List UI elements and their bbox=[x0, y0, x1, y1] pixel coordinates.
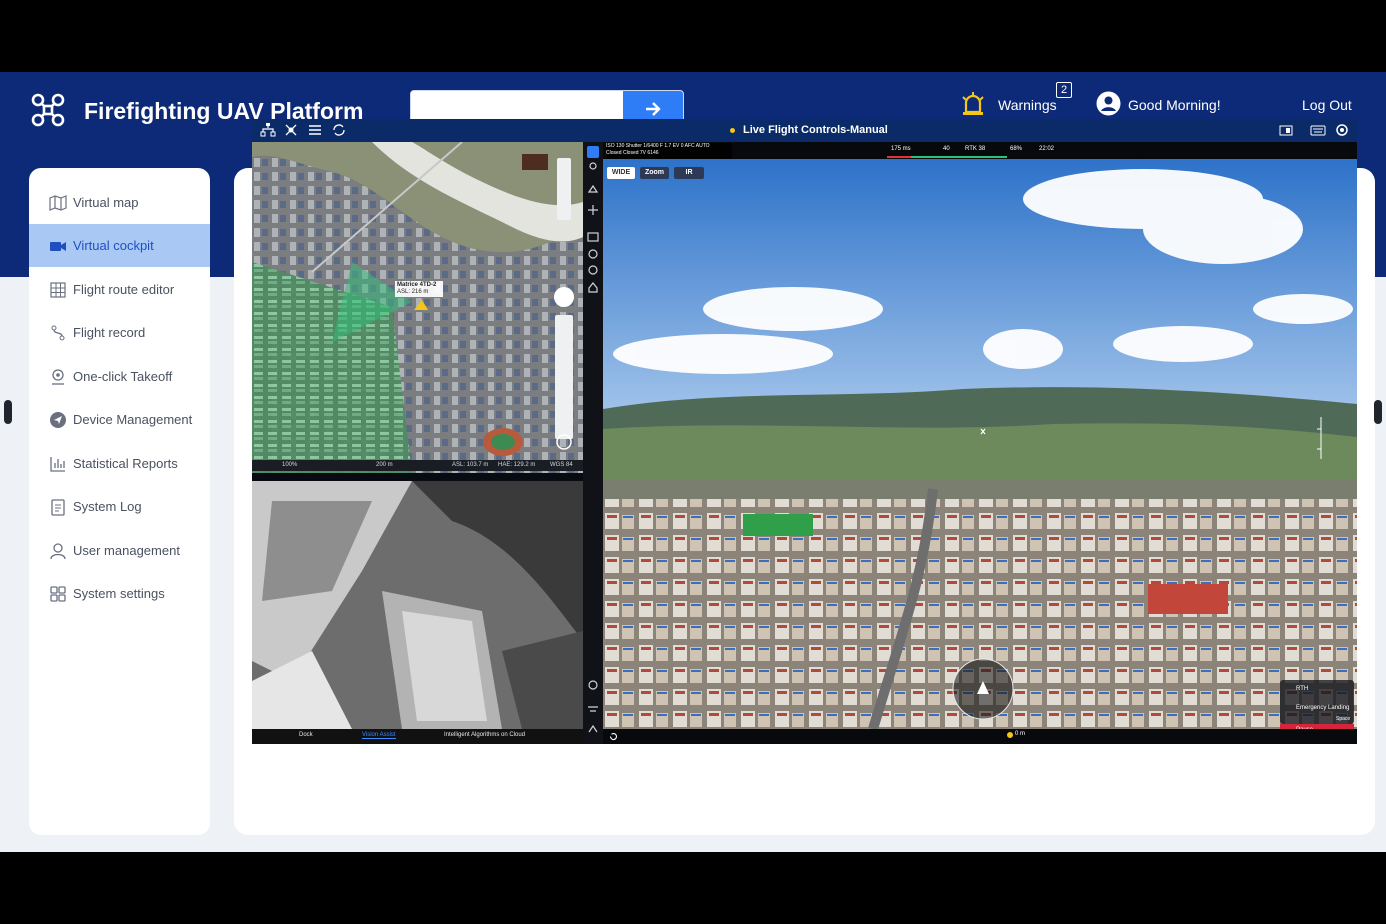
topology-icon[interactable] bbox=[260, 122, 276, 138]
virtual-cockpit: Live Flight Controls-Manual Matrice 4TD-… bbox=[252, 119, 1357, 744]
sidebar-item-virtual-cockpit[interactable]: Virtual cockpit bbox=[29, 224, 210, 267]
drone-logo-icon bbox=[31, 93, 65, 127]
live-flight-title: Live Flight Controls-Manual bbox=[743, 124, 888, 136]
greeting-text: Good Morning! bbox=[1128, 97, 1221, 113]
sidebar-item-system-log[interactable]: System Log bbox=[29, 485, 210, 528]
tab-intelligent-algorithms[interactable]: Intelligent Algorithms on Cloud bbox=[444, 732, 525, 738]
video-bottom-bar: 0 m bbox=[603, 729, 1357, 744]
settings-icon[interactable] bbox=[1334, 122, 1350, 138]
time-readout: 22:02 bbox=[1039, 146, 1055, 152]
reload-icon[interactable] bbox=[609, 732, 618, 741]
camera-parameters: ISO 130 Shutter 1/6400 F 1.7 EV 0 AFC AU… bbox=[606, 143, 732, 159]
distance-dot bbox=[1007, 732, 1013, 738]
layout-icon[interactable] bbox=[1278, 122, 1294, 138]
alarm-icon[interactable] bbox=[960, 90, 986, 118]
lens-zoom-button[interactable]: Zoom bbox=[640, 167, 669, 179]
keyboard-icon[interactable] bbox=[1310, 122, 1326, 138]
route-icon bbox=[51, 325, 65, 340]
tab-vision-assist[interactable]: Vision Assist bbox=[362, 732, 396, 739]
camera-params-line2: Closed Closed 7V 6146 bbox=[606, 150, 659, 156]
sidebar-item-label: One-click Takeoff bbox=[73, 369, 173, 384]
distance-readout: 0 m bbox=[1015, 731, 1026, 737]
sidebar-item-label: Virtual cockpit bbox=[73, 238, 154, 253]
vision-tabs: Dock Vision Assist Intelligent Algorithm… bbox=[252, 729, 583, 744]
sidebar-item-user-management[interactable]: User management bbox=[29, 529, 210, 572]
cockpit-toolbar: Live Flight Controls-Manual bbox=[252, 119, 1357, 142]
camera-params-line1: ISO 130 Shutter 1/6400 F 1.7 EV 0 AFC AU… bbox=[606, 143, 710, 149]
map-status-bar: 100% 200 m ASL: 103.7 m HAE: 129.2 m WGS… bbox=[252, 460, 583, 471]
map-hae: HAE: 129.2 m bbox=[498, 462, 536, 468]
vision-imagery bbox=[252, 481, 583, 729]
sidebar: Virtual map Virtual cockpit Flight route… bbox=[29, 168, 210, 835]
sidebar-item-label: Flight record bbox=[73, 325, 146, 340]
emergency-landing-button[interactable]: Emergency Landing bbox=[1296, 705, 1349, 711]
sidebar-item-label: Device Management bbox=[73, 412, 193, 427]
sidebar-item-label: System settings bbox=[73, 586, 165, 601]
sidebar-item-one-click-takeoff[interactable]: One-click Takeoff bbox=[29, 355, 210, 398]
vision-assist-view[interactable] bbox=[252, 481, 583, 729]
tool-strip-icons bbox=[587, 146, 599, 733]
warnings-label[interactable]: Warnings bbox=[998, 97, 1057, 113]
apps-icon bbox=[50, 585, 66, 602]
map-asl: ASL: 103.7 m bbox=[452, 462, 489, 468]
sidebar-item-label: Statistical Reports bbox=[73, 456, 178, 471]
sidebar-item-system-settings[interactable]: System settings bbox=[29, 572, 210, 615]
tab-dock[interactable]: Dock bbox=[299, 732, 313, 738]
left-collapse-handle[interactable] bbox=[4, 400, 12, 424]
logout-button[interactable]: Log Out bbox=[1302, 97, 1352, 113]
signal-readout: 40 bbox=[943, 146, 950, 152]
map-datum: WGS 84 bbox=[550, 462, 573, 468]
sidebar-item-virtual-map[interactable]: Virtual map bbox=[29, 181, 210, 224]
refresh-icon[interactable] bbox=[331, 122, 347, 138]
sidebar-item-label: User management bbox=[73, 543, 180, 558]
drone-icon[interactable] bbox=[283, 122, 299, 138]
camera-tool-strip bbox=[583, 142, 603, 744]
map-zoom: 100% bbox=[282, 462, 298, 468]
space-hotkey: Space bbox=[1336, 716, 1351, 722]
sidebar-item-label: Flight route editor bbox=[73, 282, 175, 297]
user-avatar-icon[interactable] bbox=[1096, 91, 1121, 116]
rtk-readout: RTK 38 bbox=[965, 146, 986, 152]
arrow-right-icon bbox=[646, 102, 661, 116]
sidebar-item-statistical-reports[interactable]: Statistical Reports bbox=[29, 442, 210, 485]
video-imagery bbox=[603, 159, 1357, 729]
sidebar-item-label: System Log bbox=[73, 499, 142, 514]
grid-icon bbox=[50, 281, 66, 298]
aircraft-name: Matrice 4TD-2 bbox=[397, 282, 437, 288]
sidebar-item-flight-route-editor[interactable]: Flight route editor bbox=[29, 268, 210, 311]
live-video-feed[interactable] bbox=[603, 159, 1357, 729]
battery-bar-low-zone bbox=[887, 156, 911, 158]
sidebar-item-device-management[interactable]: Device Management bbox=[29, 398, 210, 441]
list-icon[interactable] bbox=[307, 122, 323, 138]
battery-readout: 68% bbox=[1010, 146, 1023, 152]
aircraft-marker-label: Matrice 4TD-2 ASL: 216 m bbox=[395, 281, 443, 297]
live-indicator-dot bbox=[730, 128, 735, 133]
lens-ir-button[interactable]: IR bbox=[674, 167, 704, 179]
map-scale: 200 m bbox=[376, 462, 393, 468]
map-imagery bbox=[252, 142, 583, 473]
document-icon bbox=[51, 498, 65, 516]
user-icon bbox=[50, 542, 66, 559]
right-collapse-handle[interactable] bbox=[1374, 400, 1382, 424]
lens-wide-button[interactable]: WIDE bbox=[607, 167, 635, 179]
warnings-count-badge: 2 bbox=[1056, 82, 1072, 98]
send-icon bbox=[50, 411, 66, 428]
flight-action-panel: RTH Emergency Landing Space bbox=[1280, 680, 1354, 724]
camera-icon bbox=[50, 241, 66, 251]
aircraft-altitude: ASL: 216 m bbox=[397, 289, 429, 295]
map-icon bbox=[49, 194, 67, 211]
satellite-map[interactable]: Matrice 4TD-2 ASL: 216 m bbox=[252, 142, 583, 473]
sidebar-item-label: Virtual map bbox=[73, 195, 139, 210]
sidebar-item-flight-record[interactable]: Flight record bbox=[29, 311, 210, 354]
location-pin-icon bbox=[52, 368, 64, 385]
latency-readout: 175 ms bbox=[891, 146, 911, 152]
bar-chart-icon bbox=[50, 456, 65, 472]
rth-button[interactable]: RTH bbox=[1296, 686, 1308, 692]
